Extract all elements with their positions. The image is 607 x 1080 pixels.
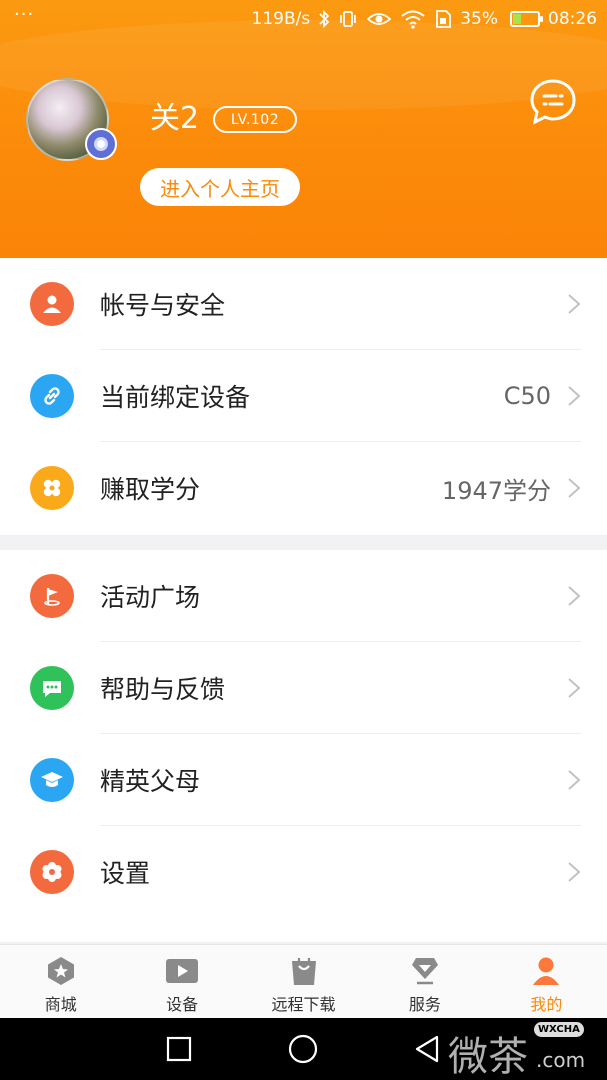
level-badge: LV.102 (213, 106, 297, 133)
tab-label: 远程下载 (271, 995, 336, 1014)
tab-label: 我的 (530, 995, 563, 1014)
battery-level-fill (513, 14, 522, 24)
menu-group-more: 活动广场 帮助与反馈 精英父母 设置 (0, 550, 607, 942)
shop-icon (43, 953, 79, 989)
person-icon (30, 282, 74, 326)
menu-item-settings[interactable]: 设置 (0, 826, 607, 918)
menu-item-bound-device[interactable]: 当前绑定设备 C50 (0, 350, 607, 442)
watermark-tag: WXCHA (534, 1022, 584, 1037)
recent-apps-icon[interactable] (162, 1032, 196, 1066)
menu-item-label: 设置 (100, 859, 151, 888)
tab-remote-download[interactable]: 远程下载 (243, 945, 364, 1018)
battery-icon (510, 11, 543, 27)
chevron-right-icon (568, 862, 581, 882)
tab-mine[interactable]: 我的 (486, 945, 607, 1018)
network-speed: 119B/s (251, 9, 311, 29)
clock: 08:26 (548, 9, 597, 29)
menu-item-value: 1947学分 (441, 476, 551, 505)
flag-icon (30, 574, 74, 618)
menu-dots: ··· (14, 4, 35, 25)
menu-item-account-security[interactable]: 帐号与安全 (0, 258, 607, 350)
clover-icon (30, 466, 74, 510)
menu-item-earn-credits[interactable]: 赚取学分 1947学分 (0, 442, 607, 534)
message-icon[interactable] (528, 77, 578, 127)
medal-badge-icon (85, 128, 117, 160)
menu-item-label: 帮助与反馈 (100, 675, 226, 704)
home-icon[interactable] (286, 1032, 320, 1066)
tab-label: 商城 (44, 995, 77, 1014)
menu-item-label: 活动广场 (100, 583, 201, 612)
menu-item-label: 帐号与安全 (100, 291, 226, 320)
menu-item-activity-square[interactable]: 活动广场 (0, 550, 607, 642)
tab-service[interactable]: 服务 (364, 945, 485, 1018)
tab-shop[interactable]: 商城 (0, 945, 121, 1018)
back-icon[interactable] (410, 1032, 444, 1066)
watermark-text: 微茶 (448, 1034, 528, 1080)
tab-label: 设备 (166, 995, 199, 1014)
wifi-icon (400, 9, 426, 29)
eye-icon (366, 9, 392, 29)
play-icon (164, 953, 200, 989)
battery-percent: 35% (460, 9, 498, 29)
chevron-right-icon (568, 386, 581, 406)
watermark-domain: .com (536, 1048, 586, 1072)
menu-group-account: 帐号与安全 当前绑定设备 C50 赚取学分 1947学分 (0, 258, 607, 535)
sim-icon (434, 9, 452, 29)
gear-icon (30, 850, 74, 894)
enter-profile-button[interactable]: 进入个人主页 (140, 168, 300, 206)
chevron-right-icon (568, 478, 581, 498)
status-bar: ··· 119B/s 35% 08:26 (0, 0, 607, 38)
menu-item-help-feedback[interactable]: 帮助与反馈 (0, 642, 607, 734)
chevron-right-icon (568, 586, 581, 606)
menu-item-elite-parents[interactable]: 精英父母 (0, 734, 607, 826)
tab-device[interactable]: 设备 (121, 945, 242, 1018)
graduation-cap-icon (30, 758, 74, 802)
chevron-right-icon (568, 770, 581, 790)
menu-item-label: 赚取学分 (100, 475, 201, 504)
vibrate-icon (338, 9, 358, 29)
diamond-icon (407, 953, 443, 989)
menu-item-label: 精英父母 (100, 767, 201, 796)
bottom-navigation: 商城 设备 远程下载 服务 我的 (0, 944, 607, 1018)
menu-item-value: C50 (503, 382, 551, 410)
user-icon (528, 953, 564, 989)
chat-bubble-icon (30, 666, 74, 710)
bluetooth-icon (318, 9, 330, 29)
tab-label: 服务 (408, 995, 441, 1014)
bag-icon (286, 953, 322, 989)
system-navigation-bar: 微茶 WXCHA .com (0, 1018, 607, 1080)
chevron-right-icon (568, 294, 581, 314)
menu-item-label: 当前绑定设备 (100, 383, 251, 412)
profile-header: ··· 119B/s 35% 08:26 关2 LV.102 进入个人主页 (0, 0, 607, 258)
chevron-right-icon (568, 678, 581, 698)
username: 关2 (150, 101, 200, 136)
link-icon (30, 374, 74, 418)
